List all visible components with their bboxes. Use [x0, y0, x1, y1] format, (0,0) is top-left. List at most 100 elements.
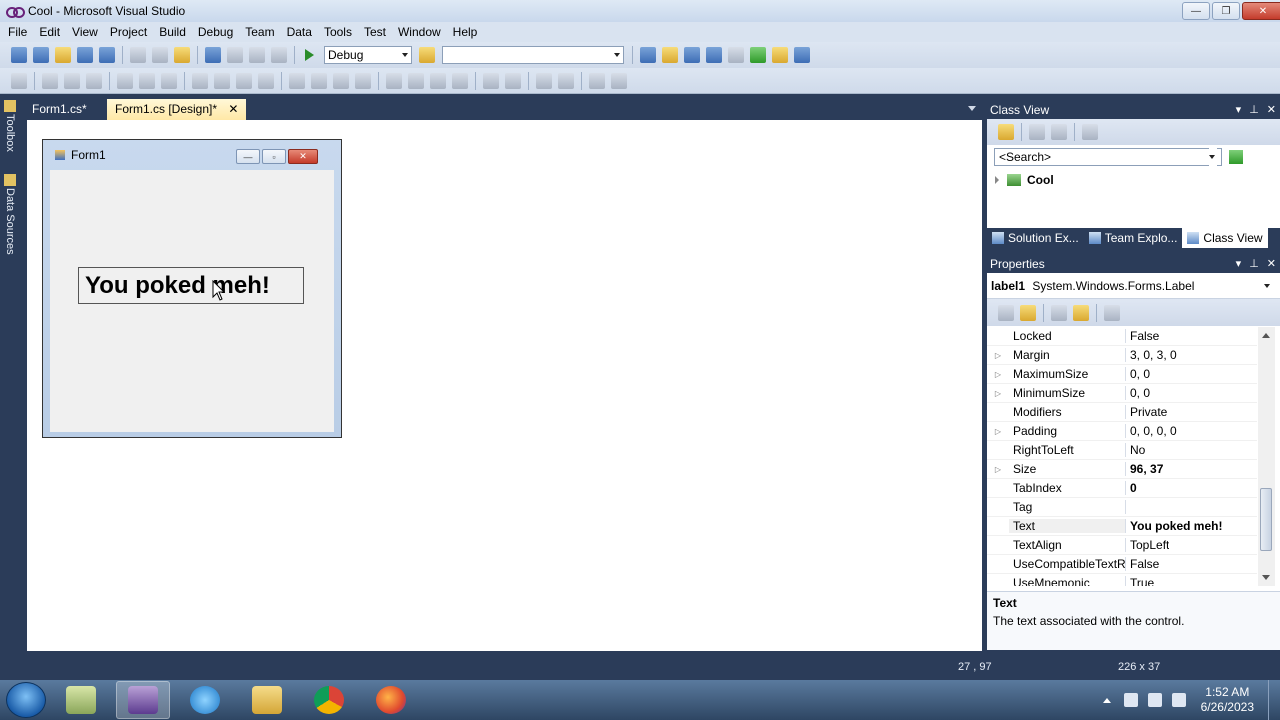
new-folder-icon[interactable]	[998, 124, 1014, 140]
property-value[interactable]: No	[1126, 443, 1145, 457]
menu-team[interactable]: Team	[239, 22, 280, 42]
start-button[interactable]	[6, 682, 46, 718]
toolbox-icon[interactable]	[706, 47, 722, 63]
navigate-forward-icon[interactable]	[271, 47, 287, 63]
object-browser-icon[interactable]	[684, 47, 700, 63]
expand-arrow-icon[interactable]: ▷	[987, 389, 1009, 398]
menu-build[interactable]: Build	[153, 22, 192, 42]
form1-client-area[interactable]: You poked meh!	[50, 170, 334, 432]
taskbar-chrome[interactable]	[302, 681, 356, 719]
align-lefts-icon[interactable]	[42, 72, 58, 89]
tab-solution-explorer[interactable]: Solution Ex...	[987, 228, 1084, 248]
align-tops-icon[interactable]	[117, 72, 133, 89]
menu-tools[interactable]: Tools	[318, 22, 358, 42]
send-to-back-icon[interactable]	[558, 72, 574, 89]
property-value[interactable]: 96, 37	[1126, 462, 1163, 476]
tab-class-view[interactable]: Class View	[1182, 228, 1268, 248]
form1-window[interactable]: Form1 — ▫ ✕ You poked meh!	[42, 139, 342, 438]
property-value[interactable]: 3, 0, 3, 0	[1126, 348, 1177, 362]
paste-icon[interactable]	[174, 47, 190, 63]
menu-data[interactable]: Data	[281, 22, 318, 42]
property-row-usemnemonic[interactable]: UseMnemonic True	[987, 574, 1257, 586]
add-item-icon[interactable]	[33, 47, 49, 63]
property-row-textalign[interactable]: TextAlign TopLeft	[987, 536, 1257, 555]
find-dropdown[interactable]	[442, 46, 624, 64]
back-icon[interactable]	[1029, 124, 1045, 140]
tree-item-cool[interactable]: Cool	[995, 173, 1054, 187]
property-value[interactable]: Private	[1126, 405, 1167, 419]
vertical-spacing-increase-icon[interactable]	[408, 72, 424, 89]
scroll-up-icon[interactable]	[1262, 333, 1270, 338]
extension-manager-icon[interactable]	[772, 47, 788, 63]
property-row-modifiers[interactable]: Modifiers Private	[987, 403, 1257, 422]
properties-window-icon[interactable]	[662, 47, 678, 63]
menu-edit[interactable]: Edit	[33, 22, 66, 42]
maximize-button[interactable]: ❐	[1212, 2, 1240, 20]
open-folder-icon[interactable]	[55, 47, 71, 63]
scroll-down-icon[interactable]	[1262, 575, 1270, 580]
show-hidden-icons-icon[interactable]	[1102, 697, 1111, 703]
start-page-icon[interactable]	[750, 47, 766, 63]
property-pages-icon[interactable]	[1104, 304, 1120, 321]
vertical-spacing-equal-icon[interactable]	[386, 72, 402, 89]
tools-icon[interactable]	[728, 47, 744, 63]
property-value[interactable]: 0	[1126, 481, 1137, 495]
menu-project[interactable]: Project	[104, 22, 153, 42]
bring-to-front-icon[interactable]	[536, 72, 552, 89]
active-files-dropdown-icon[interactable]	[968, 106, 976, 111]
property-row-maximumsize[interactable]: ▷ MaximumSize 0, 0	[987, 365, 1257, 384]
alphabetical-icon[interactable]	[1020, 304, 1036, 321]
pane-close-icon[interactable]: ✕	[1267, 101, 1276, 119]
center-horizontally-icon[interactable]	[483, 72, 499, 89]
tab-team-explorer[interactable]: Team Explo...	[1084, 228, 1183, 248]
property-row-text[interactable]: Text You poked meh!	[987, 517, 1257, 536]
property-row-usecompatibletextre[interactable]: UseCompatibleTextRe False	[987, 555, 1257, 574]
save-icon[interactable]	[77, 47, 93, 63]
settings-icon[interactable]	[1082, 124, 1098, 140]
properties-icon[interactable]	[1051, 304, 1067, 321]
save-all-icon[interactable]	[99, 47, 115, 63]
scrollbar-thumb[interactable]	[1260, 488, 1272, 551]
action-center-icon[interactable]	[1123, 693, 1138, 707]
vertical-spacing-remove-icon[interactable]	[452, 72, 468, 89]
menu-window[interactable]: Window	[392, 22, 447, 42]
properties-object-selector[interactable]: label1 System.Windows.Forms.Label	[987, 273, 1280, 299]
categorized-icon[interactable]	[998, 304, 1014, 321]
menu-view[interactable]: View	[66, 22, 104, 42]
align-centers-icon[interactable]	[64, 72, 80, 89]
property-value[interactable]: TopLeft	[1126, 538, 1169, 552]
navigate-back-icon[interactable]	[249, 47, 265, 63]
property-row-tag[interactable]: Tag	[987, 498, 1257, 517]
property-value[interactable]: 0, 0	[1126, 367, 1150, 381]
tab-form1-design[interactable]: Form1.cs [Design]* ✕	[107, 99, 247, 120]
pin-icon[interactable]: ⊥	[1249, 255, 1259, 273]
align-middles-icon[interactable]	[139, 72, 155, 89]
menu-debug[interactable]: Debug	[192, 22, 239, 42]
property-value[interactable]: 0, 0	[1126, 386, 1150, 400]
property-row-padding[interactable]: ▷ Padding 0, 0, 0, 0	[987, 422, 1257, 441]
size-to-grid-icon[interactable]	[258, 72, 274, 89]
taskbar-visual-studio[interactable]	[116, 681, 170, 719]
clock[interactable]: 1:52 AM 6/26/2023	[1201, 685, 1254, 715]
menu-file[interactable]: File	[2, 22, 33, 42]
center-vertically-icon[interactable]	[505, 72, 521, 89]
pane-close-icon[interactable]: ✕	[1267, 255, 1276, 273]
expand-arrow-icon[interactable]: ▷	[987, 427, 1009, 436]
horizontal-spacing-remove-icon[interactable]	[355, 72, 371, 89]
search-go-icon[interactable]	[1229, 150, 1243, 164]
expand-arrow-icon[interactable]: ▷	[987, 370, 1009, 379]
taskbar-file-explorer[interactable]	[240, 681, 294, 719]
horizontal-spacing-increase-icon[interactable]	[311, 72, 327, 89]
tab-order-icon[interactable]	[589, 72, 605, 89]
property-row-minimumsize[interactable]: ▷ MinimumSize 0, 0	[987, 384, 1257, 403]
undo-icon[interactable]	[205, 47, 221, 63]
redo-icon[interactable]	[227, 47, 243, 63]
property-row-righttoleft[interactable]: RightToLeft No	[987, 441, 1257, 460]
events-icon[interactable]	[1073, 304, 1089, 321]
menu-help[interactable]: Help	[447, 22, 484, 42]
property-row-margin[interactable]: ▷ Margin 3, 0, 3, 0	[987, 346, 1257, 365]
property-value[interactable]: You poked meh!	[1126, 519, 1222, 533]
property-row-tabindex[interactable]: TabIndex 0	[987, 479, 1257, 498]
start-debugging-icon[interactable]	[305, 49, 314, 61]
close-tab-icon[interactable]: ✕	[228, 102, 238, 116]
